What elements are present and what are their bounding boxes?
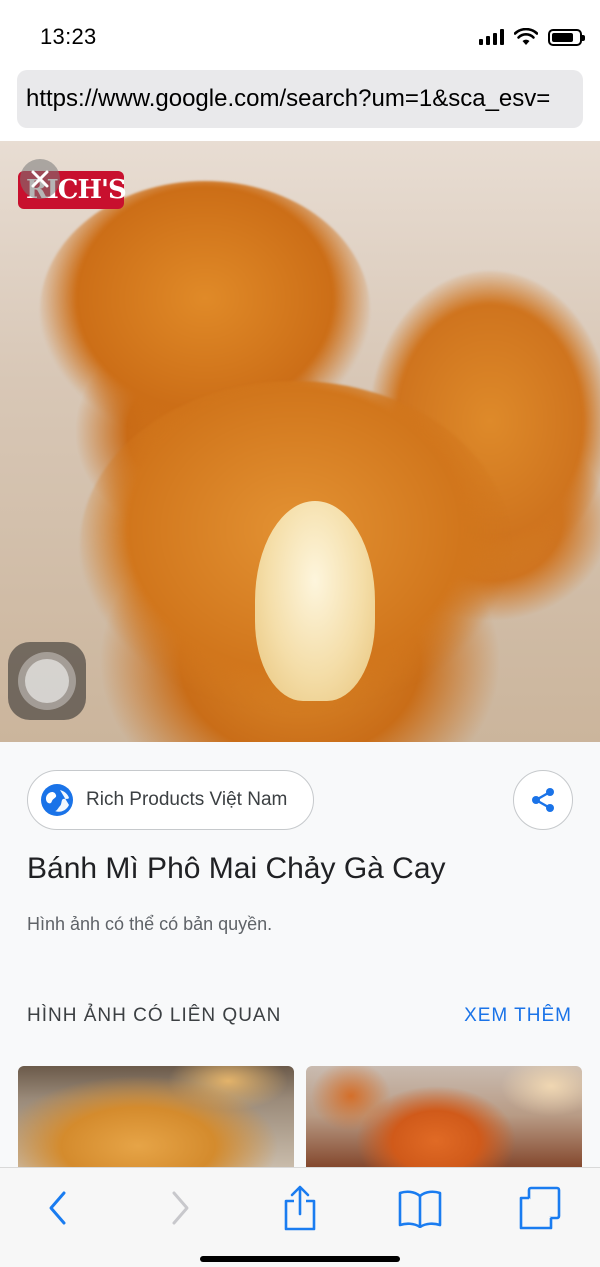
cheese-filling [255, 501, 375, 701]
bookmarks-button[interactable] [396, 1184, 444, 1232]
preview-image[interactable]: RICH'S [0, 141, 600, 742]
forward-button[interactable] [156, 1184, 204, 1232]
browser-toolbar [0, 1167, 600, 1267]
close-button[interactable] [20, 159, 60, 199]
back-icon [49, 1191, 66, 1225]
assistive-touch-button[interactable] [8, 642, 86, 720]
related-image-thumbnail[interactable] [18, 1066, 294, 1176]
home-indicator[interactable] [200, 1256, 400, 1262]
globe-icon [41, 784, 73, 816]
signal-icon [479, 29, 504, 45]
bookmarks-icon [398, 1190, 442, 1228]
tabs-icon [519, 1186, 561, 1230]
url-bar[interactable]: https://www.google.com/search?um=1&sca_e… [17, 70, 583, 128]
source-name: Rich Products Việt Nam [86, 789, 288, 810]
copyright-note: Hình ảnh có thể có bản quyền. [27, 914, 273, 934]
tabs-button[interactable] [516, 1184, 564, 1232]
share-nodes-icon [532, 788, 554, 812]
status-icons [479, 28, 585, 46]
share-button[interactable] [513, 770, 573, 830]
battery-icon [548, 28, 585, 46]
related-image-thumbnail[interactable] [306, 1066, 582, 1176]
share-icon [284, 1185, 316, 1231]
forward-icon [172, 1191, 189, 1225]
see-more-link[interactable]: XEM THÊM [464, 1005, 572, 1027]
share-sheet-button[interactable] [276, 1184, 324, 1232]
source-link[interactable]: Rich Products Việt Nam [27, 770, 314, 830]
wifi-icon [514, 28, 538, 45]
url-text: https://www.google.com/search?um=1&sca_e… [26, 85, 551, 112]
image-title: Bánh Mì Phô Mai Chảy Gà Cay [27, 852, 446, 885]
related-images-heading: HÌNH ẢNH CÓ LIÊN QUAN [27, 1005, 282, 1026]
back-button[interactable] [34, 1184, 82, 1232]
image-details-panel: Rich Products Việt Nam Bánh Mì Phô Mai C… [0, 742, 600, 1176]
status-bar: 13:23 [0, 0, 600, 66]
close-icon [31, 170, 49, 188]
status-time: 13:23 [40, 24, 97, 49]
